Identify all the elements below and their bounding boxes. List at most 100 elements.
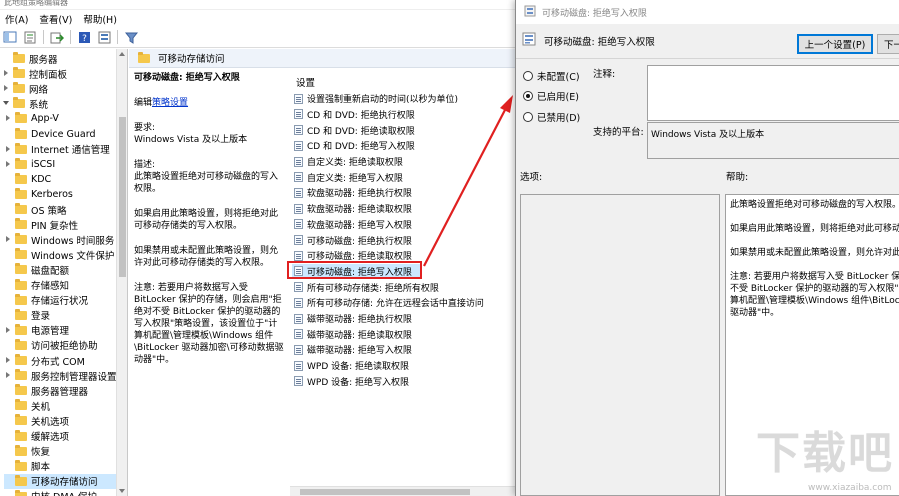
expand-arrow-icon[interactable] xyxy=(4,145,13,154)
help-button[interactable]: ? xyxy=(76,30,92,45)
tree-item[interactable]: 可移动存储访问 xyxy=(4,473,118,489)
dialog-titlebar: 可移动磁盘: 拒绝写入权限 xyxy=(516,0,899,24)
radio-disabled[interactable]: 已禁用(D) xyxy=(523,110,580,124)
settings-horizontal-scrollbar[interactable] xyxy=(290,486,515,496)
tree-item[interactable]: 服务器管理器 xyxy=(4,383,118,398)
radio-enabled[interactable]: 已启用(E) xyxy=(523,89,579,103)
requirements-value: Windows Vista 及以上版本 xyxy=(134,135,248,145)
setting-row[interactable]: WPD 设备: 拒绝读取权限 xyxy=(292,358,409,374)
tree-item[interactable]: 访问被拒绝协助 xyxy=(4,338,118,353)
settings-column-header[interactable]: 设置 xyxy=(296,75,315,89)
expand-arrow-icon[interactable] xyxy=(2,84,11,93)
folder-icon xyxy=(15,278,27,290)
scroll-down-icon[interactable] xyxy=(119,489,125,493)
radio-circle[interactable] xyxy=(523,91,533,101)
setting-row[interactable]: 磁带驱动器: 拒绝执行权限 xyxy=(292,311,412,327)
radio-circle[interactable] xyxy=(523,112,533,122)
setting-row[interactable]: 软盘驱动器: 拒绝读取权限 xyxy=(292,201,412,217)
collapse-arrow-icon[interactable] xyxy=(2,99,11,108)
setting-row[interactable]: 自定义类: 拒绝读取权限 xyxy=(292,154,403,170)
tree-item-label: 可移动存储访问 xyxy=(31,477,98,489)
tree-item[interactable]: 系统 xyxy=(0,96,114,111)
tree-item-label: iSCSI xyxy=(31,158,56,170)
expand-arrow-icon[interactable] xyxy=(4,114,13,123)
setting-row[interactable]: CD 和 DVD: 拒绝执行权限 xyxy=(292,107,415,123)
tree-item[interactable]: 分布式 COM xyxy=(4,353,118,368)
tree-item[interactable]: 磁盘配额 xyxy=(4,262,118,277)
setting-label: 自定义类: 拒绝写入权限 xyxy=(307,173,403,184)
scrollbar-thumb[interactable] xyxy=(300,489,470,495)
setting-row[interactable]: 磁带驱动器: 拒绝读取权限 xyxy=(292,327,412,343)
menu-view[interactable]: 查看(V) xyxy=(34,12,78,26)
tree-item[interactable]: Windows 文件保护 xyxy=(4,247,118,262)
setting-row[interactable]: CD 和 DVD: 拒绝读取权限 xyxy=(292,122,415,138)
folder-icon xyxy=(13,82,25,94)
scroll-up-icon[interactable] xyxy=(119,52,125,56)
view-button[interactable] xyxy=(96,30,112,45)
expand-arrow-icon[interactable] xyxy=(4,235,13,244)
setting-row[interactable]: 软盘驱动器: 拒绝写入权限 xyxy=(292,217,412,233)
tree-item-label: 系统 xyxy=(29,99,49,111)
tree-item[interactable]: 服务器 xyxy=(0,51,114,66)
folder-icon xyxy=(15,459,27,471)
expand-arrow-icon[interactable] xyxy=(2,69,11,78)
expand-arrow-icon[interactable] xyxy=(4,326,13,335)
tree-item[interactable]: 电源管理 xyxy=(4,323,118,338)
setting-row[interactable]: 自定义类: 拒绝写入权限 xyxy=(292,170,403,186)
policy-setting-icon xyxy=(294,235,303,246)
properties-button[interactable] xyxy=(22,30,38,45)
expand-arrow-icon[interactable] xyxy=(4,160,13,169)
menu-action[interactable]: 作(A) xyxy=(0,12,34,26)
tree-vertical-scrollbar[interactable] xyxy=(116,49,127,496)
previous-setting-button[interactable]: 上一个设置(P) xyxy=(797,34,873,54)
tree-item[interactable]: PIN 复杂性 xyxy=(4,217,118,232)
tree-item[interactable]: 控制面板 xyxy=(0,66,114,81)
tree-item[interactable]: 服务控制管理器设置 xyxy=(4,368,118,383)
tree-item[interactable]: 脚本 xyxy=(4,459,118,474)
tree-item[interactable]: Kerberos xyxy=(4,187,118,202)
edit-policy-link[interactable]: 策略设置 xyxy=(152,98,188,108)
tree-item[interactable]: 关机 xyxy=(4,398,118,413)
help-text: 此策略设置拒绝对可移动磁盘的写入权限。 如果启用此策略设置，则将拒绝对此可移动存… xyxy=(730,199,899,319)
setting-row[interactable]: 所有可移动存储类: 拒绝所有权限 xyxy=(292,279,439,295)
filter-button[interactable] xyxy=(123,30,139,45)
next-setting-button[interactable]: 下一 xyxy=(877,34,899,54)
tree-item-label: 分布式 COM xyxy=(31,356,85,368)
expand-arrow-icon[interactable] xyxy=(4,371,13,380)
radio-not-configured[interactable]: 未配置(C) xyxy=(523,69,580,83)
setting-row[interactable]: 所有可移动存储: 允许在远程会话中直接访问 xyxy=(292,295,484,311)
setting-row[interactable]: 可移动磁盘: 拒绝执行权限 xyxy=(292,232,412,248)
comment-textarea[interactable] xyxy=(647,65,899,121)
tree-item[interactable]: 存储感知 xyxy=(4,278,118,293)
tree-item[interactable]: 关机选项 xyxy=(4,413,118,428)
show-hide-tree-button[interactable] xyxy=(2,30,18,45)
tree-item[interactable]: Device Guard xyxy=(4,127,118,142)
scrollbar-thumb[interactable] xyxy=(119,117,126,277)
tree-item[interactable]: 内核 DMA 保护 xyxy=(4,489,118,496)
expand-arrow-icon[interactable] xyxy=(4,356,13,365)
tree-item[interactable]: Internet 通信管理 xyxy=(4,142,118,157)
setting-row[interactable]: 磁带驱动器: 拒绝写入权限 xyxy=(292,342,412,358)
radio-circle[interactable] xyxy=(523,71,533,81)
setting-row[interactable]: 软盘驱动器: 拒绝执行权限 xyxy=(292,185,412,201)
tree-item[interactable]: KDC xyxy=(4,172,118,187)
tree-item[interactable]: App-V xyxy=(4,111,118,126)
tree-item-label: Internet 通信管理 xyxy=(31,145,110,157)
export-list-button[interactable] xyxy=(49,30,65,45)
policy-tree[interactable]: 服务器 控制面板 网络系统 App-V Device Guard Internet 通信管… xyxy=(0,49,128,496)
setting-row[interactable]: WPD 设备: 拒绝写入权限 xyxy=(292,374,409,390)
menu-help[interactable]: 帮助(H) xyxy=(78,12,123,26)
tree-item[interactable]: iSCSI xyxy=(4,157,118,172)
tree-item[interactable]: Windows 时间服务 xyxy=(4,232,118,247)
expand-arrow-icon xyxy=(4,492,13,496)
tree-item-label: 恢复 xyxy=(31,447,51,459)
tree-item[interactable]: 缓解选项 xyxy=(4,429,118,444)
tree-item[interactable]: 登录 xyxy=(4,308,118,323)
setting-row[interactable]: CD 和 DVD: 拒绝写入权限 xyxy=(292,138,415,154)
tree-item[interactable]: 网络 xyxy=(0,81,114,96)
setting-row[interactable]: 设置强制重新启动的时间(以秒为单位) xyxy=(292,91,458,107)
setting-label: 磁带驱动器: 拒绝读取权限 xyxy=(307,330,412,341)
tree-item[interactable]: 存储运行状况 xyxy=(4,293,118,308)
tree-item[interactable]: 恢复 xyxy=(4,444,118,459)
tree-item[interactable]: OS 策略 xyxy=(4,202,118,217)
